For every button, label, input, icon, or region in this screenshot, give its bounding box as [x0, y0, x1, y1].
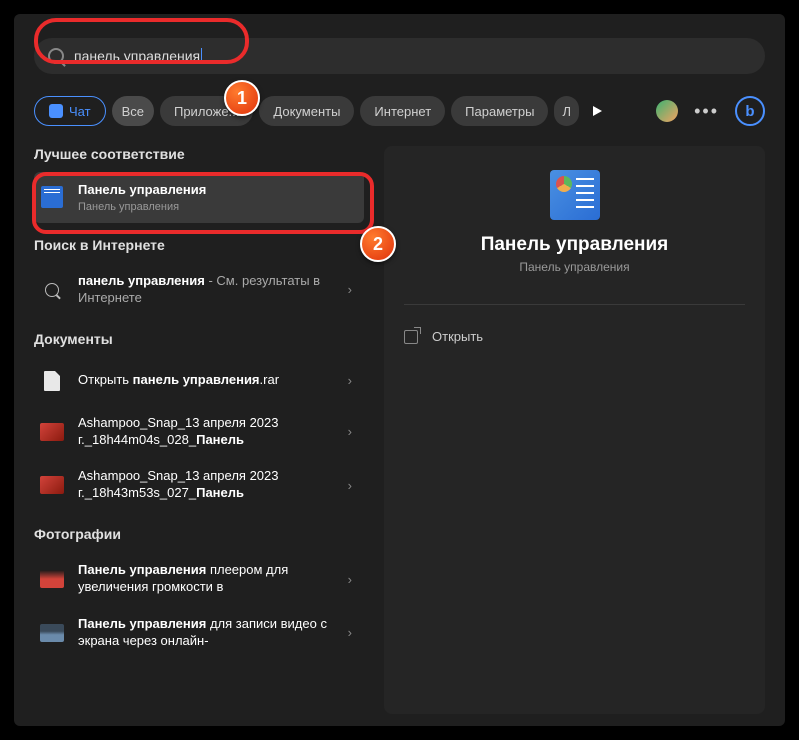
result-title: Ashampoo_Snap_13 апреля 2023 г._18h44m04…	[78, 415, 336, 449]
result-title: Панель управления плеером для увеличения…	[78, 562, 336, 596]
open-action[interactable]: Открыть	[404, 325, 745, 348]
section-web-search: Поиск в Интернете	[34, 237, 364, 253]
chevron-right-icon: ›	[348, 282, 352, 297]
result-subtitle: Панель управления	[78, 201, 352, 213]
divider	[404, 304, 745, 305]
control-panel-large-icon	[550, 170, 600, 220]
details-title: Панель управления	[481, 234, 669, 256]
search-bar[interactable]: панель управления	[34, 38, 765, 74]
control-panel-icon	[41, 186, 63, 208]
section-best-match: Лучшее соответствие	[34, 146, 364, 162]
chat-label: Чат	[69, 104, 91, 119]
filter-internet[interactable]: Интернет	[360, 96, 445, 126]
callout-1: 1	[224, 80, 260, 116]
filter-settings[interactable]: Параметры	[451, 96, 548, 126]
best-match-item[interactable]: Панель управления Панель управления	[34, 172, 364, 223]
photo-item[interactable]: Панель управления для записи видео с экр…	[34, 606, 364, 660]
result-title: Панель управления для записи видео с экр…	[78, 616, 336, 650]
chevron-right-icon: ›	[348, 373, 352, 388]
document-item[interactable]: Ashampoo_Snap_13 апреля 2023 г._18h44m04…	[34, 405, 364, 459]
image-icon	[40, 570, 64, 588]
callout-2: 2	[360, 226, 396, 262]
image-icon	[40, 476, 64, 494]
result-title: Панель управления	[78, 182, 352, 199]
filter-more[interactable]: Л	[554, 96, 579, 126]
document-item[interactable]: Открыть панель управления.rar ›	[34, 357, 364, 405]
chevron-right-icon: ›	[348, 424, 352, 439]
search-input[interactable]: панель управления	[74, 48, 200, 64]
section-documents: Документы	[34, 331, 364, 347]
web-search-item[interactable]: панель управления - См. результаты в Инт…	[34, 263, 364, 317]
open-label: Открыть	[432, 329, 483, 344]
text-cursor	[201, 48, 202, 64]
filter-bar: Чат Все Приложе... Документы Интернет Па…	[34, 96, 765, 126]
user-avatar[interactable]	[656, 100, 678, 122]
document-item[interactable]: Ashampoo_Snap_13 апреля 2023 г._18h43m53…	[34, 458, 364, 512]
image-icon	[40, 423, 64, 441]
chat-filter-button[interactable]: Чат	[34, 96, 106, 126]
photo-item[interactable]: Панель управления плеером для увеличения…	[34, 552, 364, 606]
result-title: Ashampoo_Snap_13 апреля 2023 г._18h43m53…	[78, 468, 336, 502]
section-photos: Фотографии	[34, 526, 364, 542]
details-panel: Панель управления Панель управления Откр…	[384, 146, 765, 714]
chevron-right-icon: ›	[348, 572, 352, 587]
more-menu-icon[interactable]: •••	[694, 101, 719, 122]
filter-all[interactable]: Все	[112, 96, 154, 126]
play-icon[interactable]	[593, 106, 602, 116]
open-icon	[404, 330, 418, 344]
image-icon	[40, 624, 64, 642]
file-icon	[44, 371, 60, 391]
search-icon	[48, 48, 64, 64]
bing-chat-icon[interactable]: b	[735, 96, 765, 126]
chevron-right-icon: ›	[348, 478, 352, 493]
filter-documents[interactable]: Документы	[259, 96, 354, 126]
results-column: Лучшее соответствие Панель управления Па…	[34, 146, 364, 714]
search-icon	[45, 283, 59, 297]
details-subtitle: Панель управления	[519, 260, 629, 274]
result-title: Открыть панель управления.rar	[78, 372, 336, 389]
result-title: панель управления - См. результаты в Инт…	[78, 273, 336, 307]
chevron-right-icon: ›	[348, 625, 352, 640]
bing-icon	[49, 104, 63, 118]
